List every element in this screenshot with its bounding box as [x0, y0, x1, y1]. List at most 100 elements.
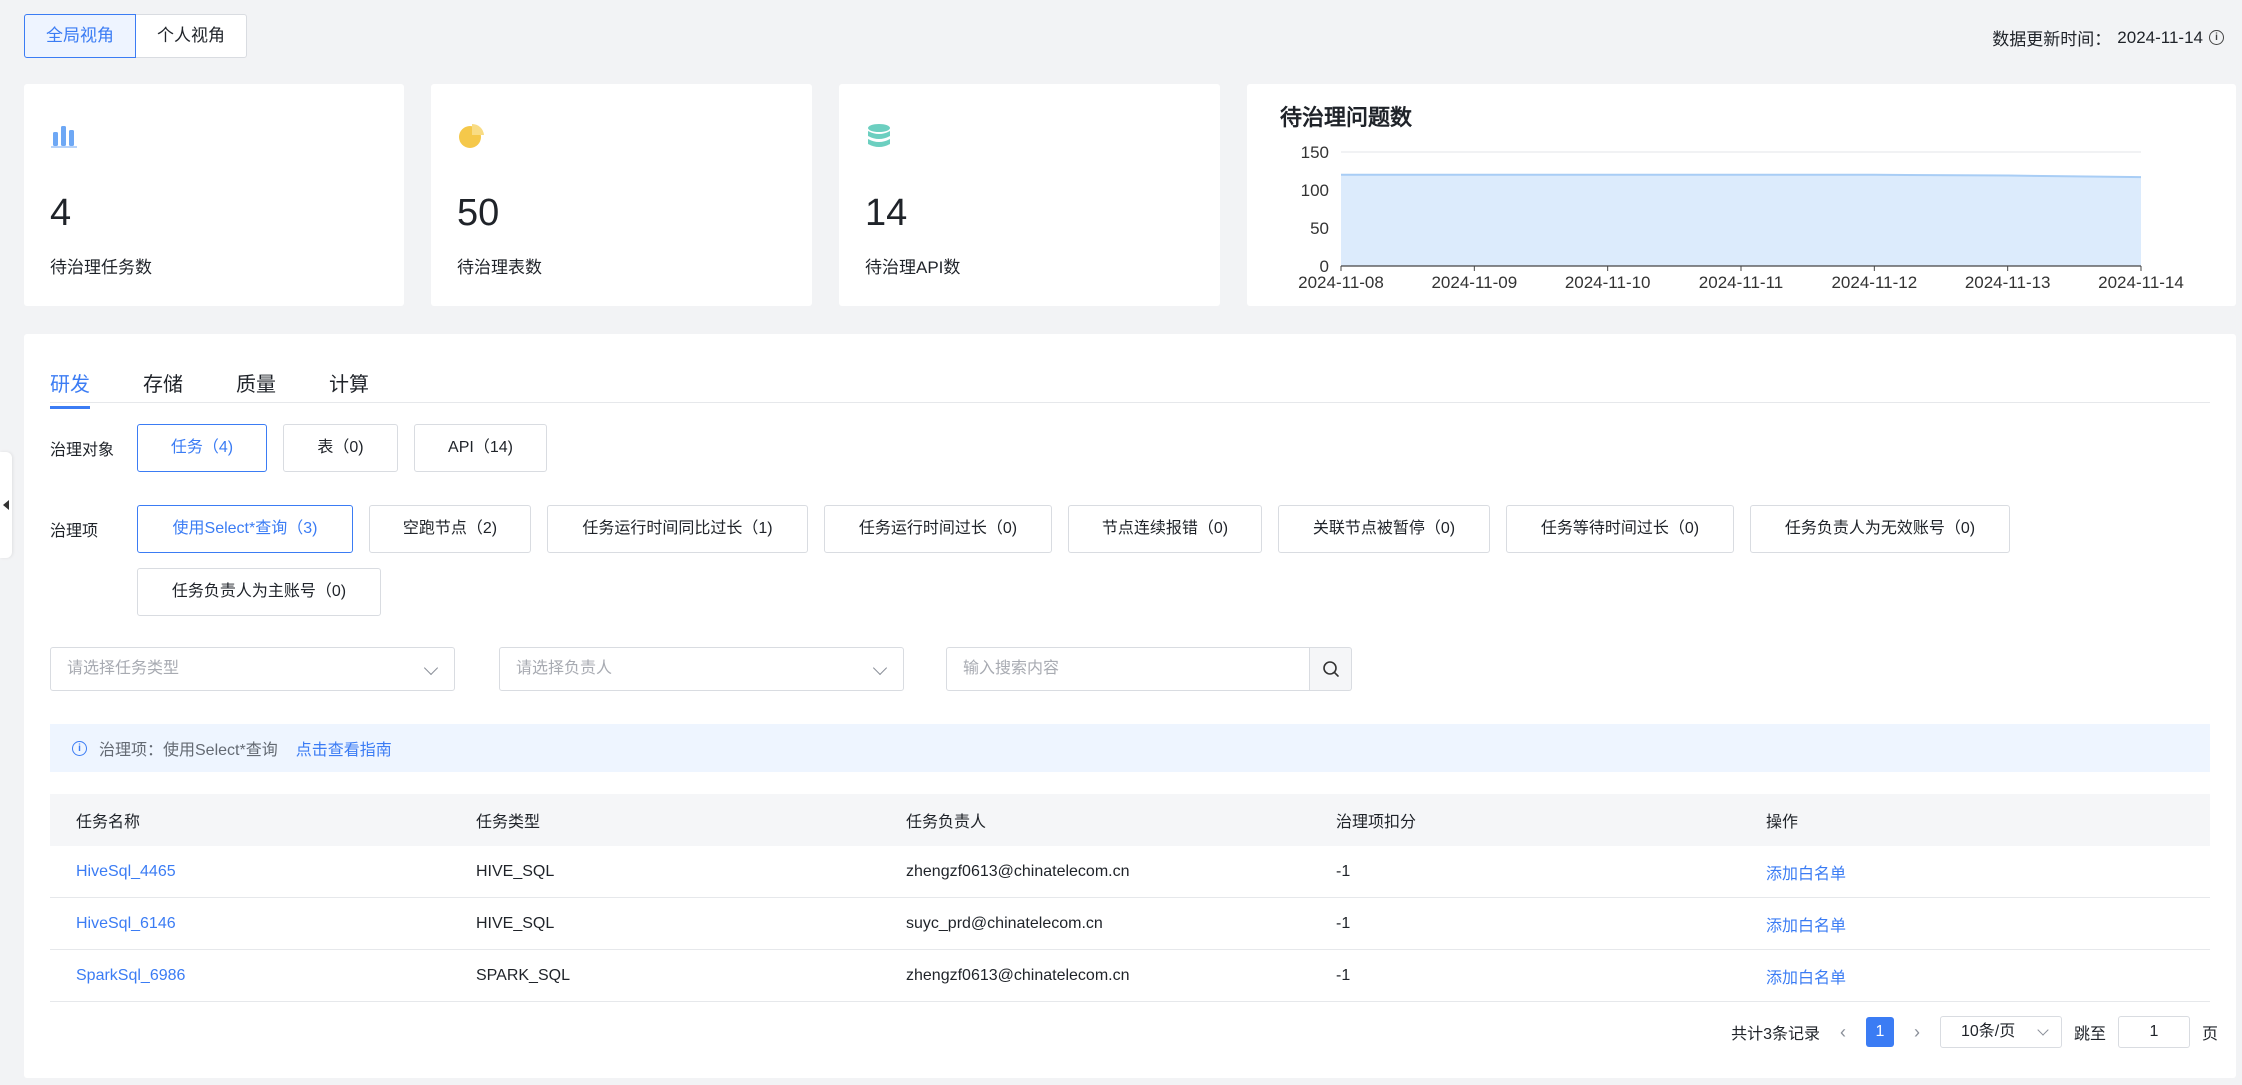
search-placeholder: 输入搜索内容 — [963, 660, 1060, 677]
stat-card-tasks: 4 待治理任务数 — [24, 84, 404, 306]
task-owner: zhengzf0613@chinatelecom.cn — [906, 862, 1130, 880]
object-api[interactable]: API（14) — [414, 424, 547, 472]
y-tick-label: 150 — [1301, 143, 1329, 162]
task-score: -1 — [1336, 914, 1351, 932]
update-time: 数据更新时间： 2024-11-14 i — [1992, 25, 2224, 50]
task-owner: suyc_prd@chinatelecom.cn — [906, 914, 1103, 932]
add-whitelist-link[interactable]: 添加白名单 — [1762, 860, 1846, 884]
stat-label: 待治理API数 — [865, 258, 961, 277]
col-action: 操作 — [1766, 814, 1799, 831]
update-time-date: 2024-11-14 — [2117, 27, 2203, 47]
chevron-down-icon — [2037, 1024, 2049, 1036]
prev-page-button[interactable]: ‹ — [1832, 1017, 1854, 1047]
info-icon[interactable]: i — [2209, 30, 2224, 45]
x-tick-label: 2024-11-11 — [1699, 273, 1783, 292]
task-type-placeholder: 请选择任务类型 — [67, 660, 180, 677]
col-task-name: 任务名称 — [76, 814, 141, 831]
stat-value: 14 — [865, 192, 908, 234]
global-view-button[interactable]: 全局视角 — [24, 14, 136, 58]
gov-item-runtime-long[interactable]: 任务运行时间过长（0) — [824, 505, 1052, 553]
page-size-value: 10条/页 — [1960, 1023, 2016, 1040]
personal-view-button[interactable]: 个人视角 — [136, 14, 247, 58]
objects-label: 治理对象 — [50, 442, 115, 459]
task-type: HIVE_SQL — [476, 862, 555, 880]
gov-item-select-star[interactable]: 使用Select*查询（3) — [137, 505, 353, 553]
stat-label: 待治理表数 — [457, 258, 542, 277]
stat-card-tables: 50 待治理表数 — [431, 84, 812, 306]
trend-chart: 0501001502024-11-08 2024-11-09 2024-11-10 2… — [1298, 143, 2184, 292]
task-score: -1 — [1336, 966, 1351, 984]
gov-item-runtime-yoy[interactable]: 任务运行时间同比过长（1) — [547, 505, 808, 553]
next-page-button[interactable]: › — [1906, 1017, 1928, 1047]
add-whitelist-link[interactable]: 添加白名单 — [1762, 964, 1846, 988]
page-unit: 页 — [2201, 1026, 2218, 1043]
task-name-link[interactable]: HiveSql_6146 — [50, 915, 472, 933]
task-name-link[interactable]: HiveSql_4465 — [50, 863, 472, 881]
tab-divider — [50, 402, 2210, 403]
y-tick-label: 100 — [1301, 181, 1329, 200]
x-tick-label: 2024-11-10 — [1565, 273, 1651, 292]
search-button[interactable] — [1310, 647, 1352, 691]
object-task[interactable]: 任务（4) — [137, 424, 267, 472]
y-tick-label: 50 — [1310, 219, 1329, 238]
search-icon — [1322, 661, 1339, 677]
caret-left-icon — [3, 500, 9, 510]
col-owner: 任务负责人 — [906, 814, 987, 831]
notice-text: 治理项：使用Select*查询 — [99, 742, 278, 759]
search-input[interactable]: 输入搜索内容 — [946, 647, 1310, 691]
task-owner: zhengzf0613@chinatelecom.cn — [906, 966, 1130, 984]
chevron-down-icon — [872, 660, 888, 676]
stat-value: 4 — [50, 192, 72, 234]
x-tick-label: 2024-11-12 — [1831, 273, 1917, 292]
x-tick-label: 2024-11-13 — [1965, 273, 2051, 292]
page-number-1[interactable]: 1 — [1865, 1017, 1894, 1047]
stat-card-apis: 14 待治理API数 — [839, 84, 1220, 306]
total-records: 共计3条记录 — [1731, 1026, 1820, 1043]
page-size-select[interactable]: 10条/页 — [1939, 1016, 2062, 1048]
stat-label: 待治理任务数 — [50, 258, 152, 277]
col-score: 治理项扣分 — [1336, 814, 1417, 831]
task-score: -1 — [1336, 862, 1351, 880]
update-time-label: 数据更新时间： — [1992, 30, 2112, 49]
table-row: SparkSql_6986 SPARK_SQL zhengzf0613@chin… — [50, 950, 2210, 1002]
pagination: 共计3条记录 ‹ 1 › 10条/页 跳至 1 页 — [1731, 1016, 2218, 1048]
gov-item-consecutive-error[interactable]: 节点连续报错（0) — [1068, 505, 1262, 553]
task-type: SPARK_SQL — [476, 966, 570, 984]
main-panel: 研发 存储 质量 计算 治理对象 任务（4) 表（0) API（14) 治理项 … — [24, 334, 2236, 1078]
pie-chart-icon — [459, 123, 484, 148]
task-table: 任务名称 任务类型 任务负责人 治理项扣分 操作 HiveSql_4465 HI… — [50, 794, 2210, 1002]
governance-label: 治理项 — [50, 523, 99, 540]
add-whitelist-link[interactable]: 添加白名单 — [1762, 912, 1846, 936]
database-icon — [868, 124, 890, 147]
chevron-down-icon — [423, 660, 439, 676]
x-tick-label: 2024-11-09 — [1431, 273, 1517, 292]
guide-link[interactable]: 点击查看指南 — [296, 736, 392, 760]
object-table[interactable]: 表（0) — [283, 424, 398, 472]
gov-item-wait-long[interactable]: 任务等待时间过长（0) — [1506, 505, 1734, 553]
stat-value: 50 — [457, 192, 500, 234]
bar-chart-icon — [51, 126, 77, 148]
table-row: HiveSql_6146 HIVE_SQL suyc_prd@chinatele… — [50, 898, 2210, 950]
collapse-handle[interactable] — [0, 452, 12, 558]
gov-item-node-paused[interactable]: 关联节点被暂停（0) — [1278, 505, 1490, 553]
gov-item-empty-node[interactable]: 空跑节点（2) — [369, 505, 531, 553]
guide-notice: i 治理项：使用Select*查询 点击查看指南 — [50, 724, 2210, 772]
owner-placeholder: 请选择负责人 — [516, 660, 613, 677]
area-fill — [1341, 174, 2141, 266]
x-tick-label: 2024-11-08 — [1298, 273, 1384, 292]
task-type-select[interactable]: 请选择任务类型 — [50, 647, 455, 691]
view-toggle: 全局视角 个人视角 — [24, 14, 247, 58]
jump-label: 跳至 — [2073, 1026, 2106, 1043]
col-task-type: 任务类型 — [476, 814, 541, 831]
gov-item-main-account[interactable]: 任务负责人为主账号（0) — [137, 568, 381, 616]
task-name-link[interactable]: SparkSql_6986 — [50, 967, 472, 985]
jump-page-input[interactable]: 1 — [2117, 1016, 2190, 1048]
task-type: HIVE_SQL — [476, 914, 555, 932]
table-row: HiveSql_4465 HIVE_SQL zhengzf0613@chinat… — [50, 846, 2210, 898]
owner-select[interactable]: 请选择负责人 — [499, 647, 904, 691]
info-icon: i — [72, 740, 87, 756]
chart-card: 待治理问题数 0 50 100 150 2024-11-08 2024-11-09 2024… — [1247, 84, 2236, 306]
table-header: 任务名称 任务类型 任务负责人 治理项扣分 操作 — [50, 794, 2210, 846]
x-tick-label: 2024-11-14 — [2098, 273, 2184, 292]
gov-item-invalid-owner[interactable]: 任务负责人为无效账号（0) — [1750, 505, 2010, 553]
